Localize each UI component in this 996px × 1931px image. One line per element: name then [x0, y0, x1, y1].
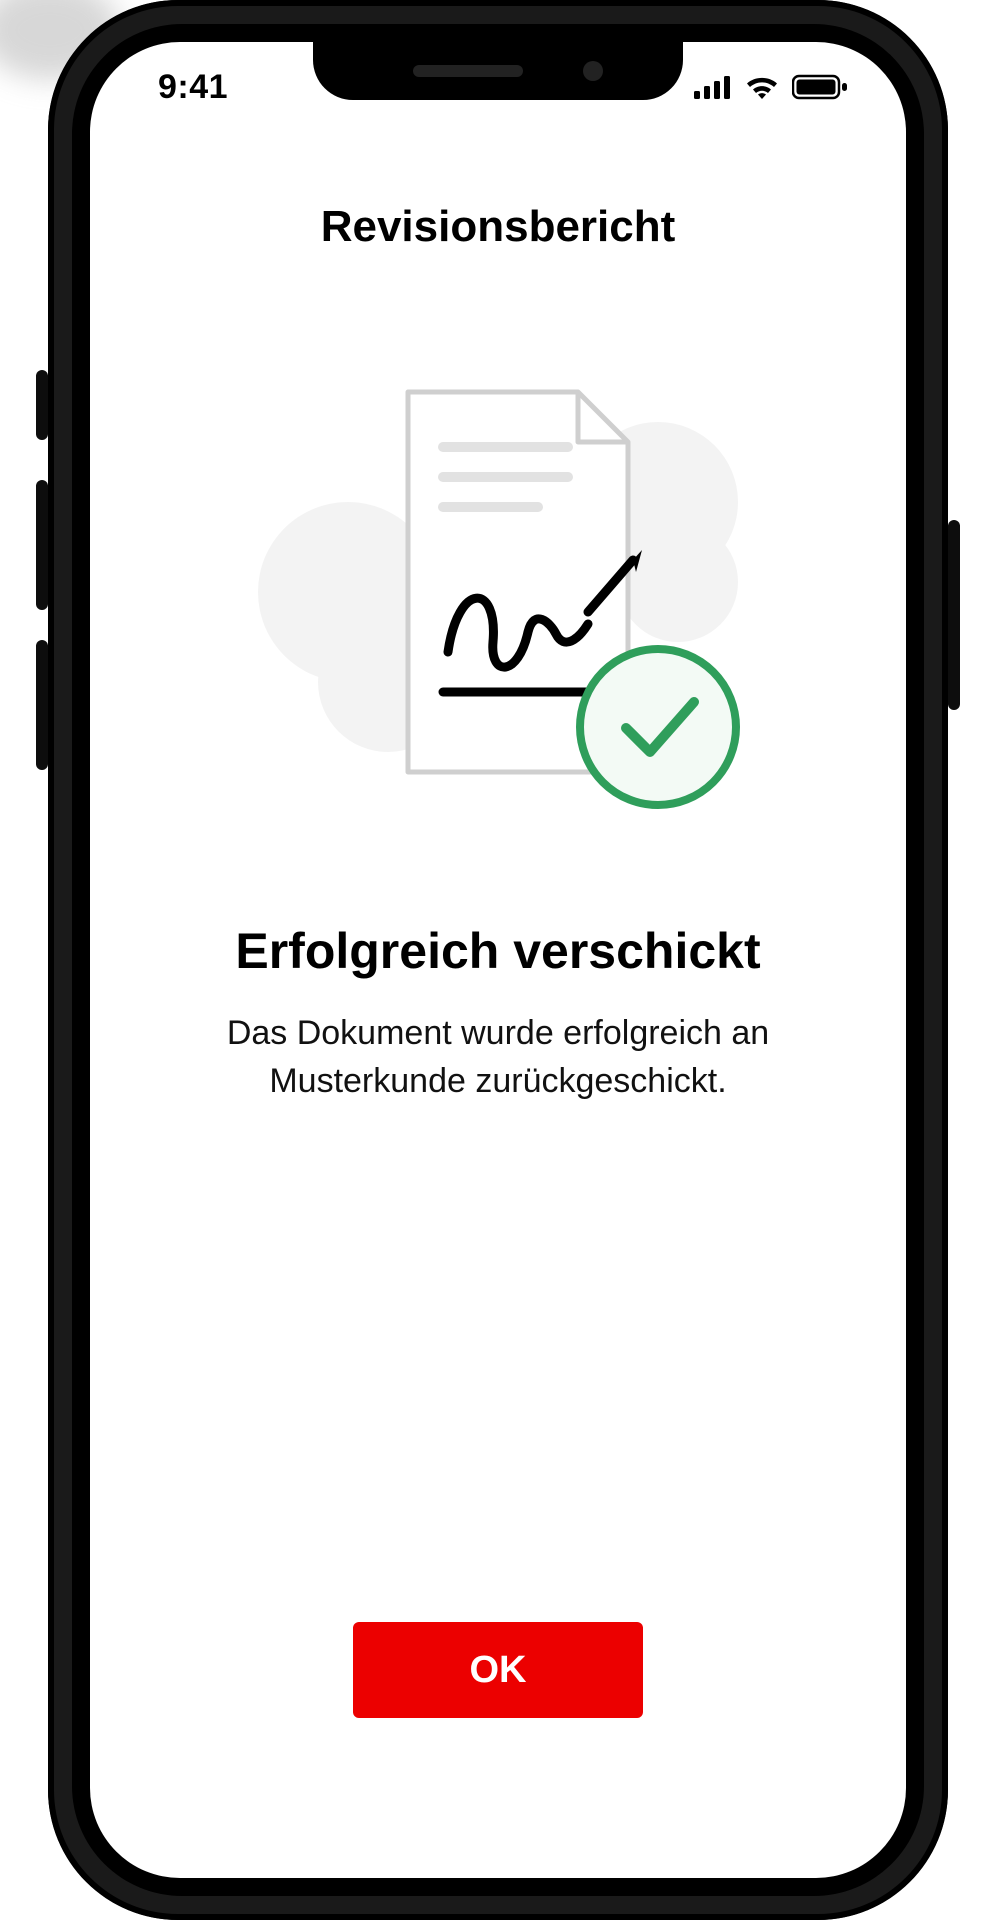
screen: 9:41	[90, 42, 906, 1878]
success-headline: Erfolgreich verschickt	[235, 922, 760, 980]
device-volume-up	[36, 480, 48, 610]
status-indicators	[694, 74, 858, 100]
device-mute-switch	[36, 370, 48, 440]
wifi-icon	[744, 74, 780, 100]
device-frame: 9:41	[48, 0, 948, 1920]
device-volume-down	[36, 640, 48, 770]
device-notch	[313, 42, 683, 100]
device-speaker	[413, 65, 523, 77]
checkmark-success-icon	[580, 649, 736, 805]
signed-document-success-illustration	[238, 382, 758, 802]
ok-button[interactable]: OK	[353, 1622, 643, 1718]
status-time: 9:41	[138, 68, 228, 107]
battery-icon	[792, 74, 848, 100]
device-power-button	[948, 520, 960, 710]
page-title: Revisionsbericht	[321, 202, 676, 252]
content: Revisionsbericht	[90, 162, 906, 1878]
cellular-icon	[694, 75, 732, 99]
success-body-text: Das Dokument wurde erfolgreich an Muster…	[178, 1010, 818, 1105]
device-front-camera	[583, 61, 603, 81]
